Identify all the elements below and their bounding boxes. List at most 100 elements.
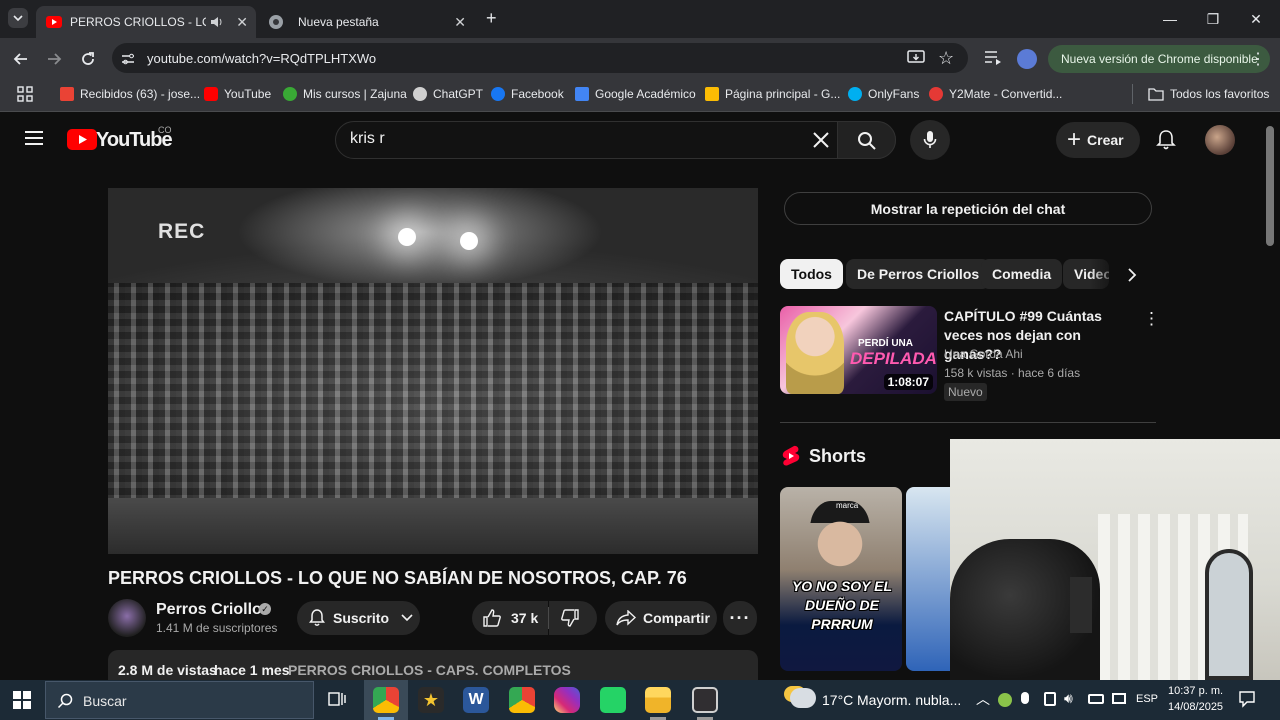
stage-floor	[108, 498, 758, 554]
folder-icon	[1148, 88, 1164, 101]
task-view-icon[interactable]	[328, 690, 346, 708]
windows-start-icon[interactable]	[13, 691, 31, 709]
chip-de-perros-criollos[interactable]: De Perros Criollos	[846, 259, 991, 289]
recommendation-channel[interactable]: Una Gorda Ahi	[944, 347, 1023, 361]
volume-tray-icon[interactable]: 🔊︎	[1064, 690, 1073, 707]
bookmark-google-academico[interactable]: Google Académico	[575, 86, 696, 102]
notifications-bell-icon[interactable]	[1156, 129, 1176, 151]
bookmark-onlyfans[interactable]: OnlyFans	[848, 86, 919, 102]
chip-label: Comedia	[992, 266, 1052, 282]
profile-avatar-icon[interactable]	[1017, 49, 1037, 69]
language-indicator[interactable]: ESP	[1136, 693, 1158, 705]
tab-new-tab[interactable]: Nueva pestaña ✕	[260, 6, 480, 38]
bookmark-star-icon[interactable]: ☆	[938, 48, 954, 69]
bookmark-y2mate[interactable]: Y2Mate - Convertid...	[929, 86, 1062, 102]
recommendation-thumbnail[interactable]: PERDÍ UNA DEPILADA 1:08:07	[780, 306, 937, 394]
file-explorer-taskbar-icon[interactable]	[645, 687, 671, 713]
apps-grid-icon[interactable]	[17, 86, 33, 102]
clock-date[interactable]: 14/08/2025	[1168, 701, 1223, 713]
create-button[interactable]: + Crear	[1056, 122, 1140, 158]
facebook-icon	[491, 87, 505, 101]
youtube-logo[interactable]: YouTube CO	[67, 125, 177, 154]
dislike-button[interactable]	[549, 601, 597, 635]
microphone-tray-icon[interactable]	[1021, 692, 1029, 704]
page-scrollbar[interactable]	[1266, 126, 1274, 246]
obs-taskbar-icon[interactable]	[692, 687, 718, 713]
search-input[interactable]: kris r	[350, 130, 385, 148]
taskbar-search[interactable]: Buscar	[45, 681, 314, 719]
bookmark-label: Página principal - G...	[725, 87, 841, 101]
all-bookmarks-button[interactable]: Todos los favoritos	[1148, 86, 1269, 102]
chrome-taskbar-icon[interactable]	[373, 687, 399, 713]
chevron-down-icon	[401, 614, 413, 622]
clear-search-icon[interactable]	[811, 130, 831, 150]
bookmark-facebook[interactable]: Facebook	[491, 86, 564, 102]
word-taskbar-icon[interactable]: W	[463, 687, 489, 713]
chat-replay-button[interactable]: Mostrar la repetición del chat	[784, 192, 1152, 225]
tab-perros-criollos[interactable]: PERROS CRIOLLOS - LO QU ✕	[36, 6, 256, 38]
close-tab-icon[interactable]: ✕	[454, 14, 466, 31]
close-window-icon[interactable]: ✕	[1244, 8, 1268, 30]
tray-app-icon[interactable]	[998, 693, 1012, 707]
chevron-down-icon	[13, 15, 23, 22]
bookmark-zajuna[interactable]: Mis cursos | Zajuna	[283, 86, 407, 102]
chip-todos[interactable]: Todos	[780, 259, 843, 289]
video-player[interactable]: REC	[108, 188, 758, 554]
chevron-right-icon[interactable]	[1127, 268, 1137, 282]
like-button[interactable]: 37 k	[472, 601, 548, 635]
minimize-icon[interactable]: —	[1158, 8, 1182, 30]
forward-arrow-icon[interactable]	[45, 50, 63, 68]
whatsapp-taskbar-icon[interactable]	[600, 687, 626, 713]
more-actions-button[interactable]: ···	[723, 601, 757, 635]
display-tray-icon[interactable]	[1112, 693, 1126, 704]
instagram-taskbar-icon[interactable]	[554, 687, 580, 713]
chip-label: Todos	[791, 266, 832, 282]
subscribed-button[interactable]: Suscrito	[297, 601, 420, 635]
chip-comedia[interactable]: Comedia	[981, 259, 1063, 289]
media-app-taskbar-icon[interactable]: ★	[418, 687, 444, 713]
media-queue-icon[interactable]	[984, 50, 1002, 66]
new-tab-button[interactable]: +	[486, 8, 497, 29]
reload-icon[interactable]	[79, 50, 97, 68]
maximize-icon[interactable]: ❐	[1201, 8, 1225, 30]
voice-search-button[interactable]	[910, 120, 950, 160]
bookmark-pagina-principal[interactable]: Página principal - G...	[705, 86, 840, 102]
bookmark-label: Mis cursos | Zajuna	[303, 87, 407, 101]
battery-tray-icon[interactable]	[1088, 694, 1104, 704]
bookmark-chatgpt[interactable]: ChatGPT	[413, 86, 483, 102]
back-arrow-icon[interactable]	[12, 50, 30, 68]
site-settings-icon[interactable]	[120, 51, 136, 67]
chrome-2-taskbar-icon[interactable]	[509, 687, 535, 713]
hamburger-menu-icon[interactable]	[24, 130, 44, 146]
chrome-update-label: Nueva versión de Chrome disponible	[1061, 52, 1258, 66]
tab-title: PERROS CRIOLLOS - LO QU	[70, 15, 206, 29]
network-tray-icon[interactable]	[1044, 692, 1056, 706]
share-button[interactable]: Compartir	[605, 601, 717, 635]
bookmark-gmail[interactable]: Recibidos (63) - jose...	[60, 86, 200, 102]
short-card-2[interactable]	[906, 487, 956, 671]
tray-overflow-icon[interactable]: ︿	[976, 689, 990, 709]
search-button[interactable]	[837, 121, 896, 159]
weather-text[interactable]: Mayorm. nubla...	[857, 692, 961, 708]
weather-temp[interactable]: 17°C	[822, 692, 853, 708]
recommendation-more-icon[interactable]: ⋮	[1143, 309, 1160, 329]
speaker-icon[interactable]	[210, 16, 224, 28]
tab-search-button[interactable]	[8, 8, 28, 28]
close-tab-icon[interactable]: ✕	[236, 14, 248, 31]
notification-center-icon[interactable]	[1238, 690, 1256, 708]
taskbar-search-placeholder: Buscar	[83, 693, 127, 709]
weather-icon[interactable]	[790, 688, 816, 708]
channel-name[interactable]: Perros Criollos	[156, 601, 271, 619]
install-app-icon[interactable]	[907, 50, 925, 66]
chrome-update-button[interactable]: Nueva versión de Chrome disponible	[1048, 45, 1270, 73]
chrome-menu-icon[interactable]: ⋮	[1250, 49, 1266, 69]
channel-avatar[interactable]	[108, 599, 146, 637]
short-card[interactable]: marca YO NO SOY EL DUEÑO DE PRRRUM	[780, 487, 902, 671]
share-label: Compartir	[643, 610, 710, 626]
thumbs-up-icon	[483, 609, 501, 627]
user-avatar[interactable]	[1205, 125, 1235, 155]
playlist-link[interactable]: PERROS CRIOLLOS - CAPS. COMPLETOS	[288, 662, 571, 678]
bookmark-youtube[interactable]: YouTube	[204, 86, 271, 102]
clock-time[interactable]: 10:37 p. m.	[1168, 685, 1223, 697]
url-text[interactable]: youtube.com/watch?v=RQdTPLHTXWo	[147, 51, 376, 66]
